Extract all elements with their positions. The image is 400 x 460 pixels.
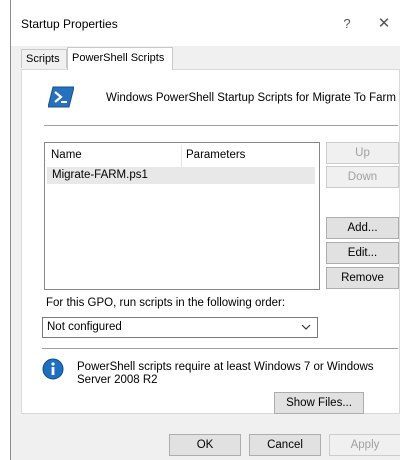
column-divider[interactable] bbox=[181, 145, 182, 167]
remove-button[interactable]: Remove bbox=[326, 267, 399, 289]
order-label: For this GPO, run scripts in the followi… bbox=[46, 297, 286, 309]
chevron-down-icon bbox=[301, 324, 311, 330]
title-bar: Startup Properties ? ✕ bbox=[11, 0, 400, 46]
show-files-button[interactable]: Show Files... bbox=[274, 392, 364, 414]
order-select[interactable]: Not configured bbox=[42, 317, 318, 338]
apply-button[interactable]: Apply bbox=[329, 434, 400, 456]
window-title: Startup Properties bbox=[21, 17, 118, 31]
scripts-list[interactable]: Name Parameters Migrate-FARM.ps1 bbox=[44, 142, 320, 290]
header-text: Windows PowerShell Startup Scripts for M… bbox=[106, 92, 396, 104]
separator bbox=[42, 348, 398, 349]
separator bbox=[44, 125, 398, 126]
up-button[interactable]: Up bbox=[326, 142, 399, 164]
help-button[interactable]: ? bbox=[337, 14, 357, 34]
properties-dialog: Startup Properties ? ✕ Scripts PowerShel… bbox=[10, 0, 400, 460]
close-button[interactable]: ✕ bbox=[373, 14, 395, 34]
add-button[interactable]: Add... bbox=[326, 217, 399, 239]
info-text: PowerShell scripts require at least Wind… bbox=[77, 361, 374, 386]
info-icon bbox=[42, 358, 64, 380]
ok-button[interactable]: OK bbox=[169, 434, 241, 456]
list-item[interactable]: Migrate-FARM.ps1 bbox=[47, 167, 315, 184]
column-header-parameters[interactable]: Parameters bbox=[186, 149, 245, 161]
cancel-button[interactable]: Cancel bbox=[249, 434, 321, 456]
tab-scripts[interactable]: Scripts bbox=[21, 49, 67, 68]
order-select-value: Not configured bbox=[47, 321, 122, 333]
tab-panel: Windows PowerShell Startup Scripts for M… bbox=[21, 69, 400, 414]
edit-button[interactable]: Edit... bbox=[326, 242, 399, 264]
list-item-name: Migrate-FARM.ps1 bbox=[52, 169, 148, 181]
tab-powershell-scripts[interactable]: PowerShell Scripts bbox=[67, 47, 173, 70]
column-header-name[interactable]: Name bbox=[51, 149, 82, 161]
powershell-icon bbox=[48, 86, 74, 108]
down-button[interactable]: Down bbox=[326, 166, 399, 188]
